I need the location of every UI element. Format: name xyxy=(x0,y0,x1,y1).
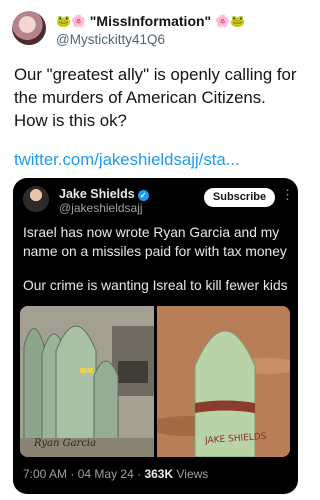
post-link[interactable]: twitter.com/jakeshieldsajj/sta... xyxy=(14,150,240,170)
meta-separator: · xyxy=(137,467,142,481)
quoted-name-text: Jake Shields xyxy=(59,187,135,201)
post-body-text: Our "greatest ally" is openly calling fo… xyxy=(14,65,297,130)
social-post: 🐸🌸 "MissInformation" 🌸🐸 @Mystickitty41Q6… xyxy=(0,0,311,500)
media-left-caption: Ryan Garcia xyxy=(34,438,97,449)
flower-emoji-icon: 🌸 xyxy=(215,14,231,28)
media-gallery[interactable]: Ryan Garcia JAKE SHIELDS xyxy=(20,306,290,457)
quoted-handle[interactable]: @jakeshieldsajj xyxy=(59,201,143,215)
post-time[interactable]: 7:00 AM xyxy=(23,467,67,481)
subscribe-button[interactable]: Subscribe xyxy=(204,188,275,207)
avatar[interactable] xyxy=(12,11,46,45)
quoted-text-line-2: Our crime is wanting Isreal to kill fewe… xyxy=(23,278,288,293)
missile-shells-illustration xyxy=(20,306,154,457)
quoted-display-name[interactable]: Jake Shields ✓ xyxy=(59,187,149,201)
frog-emoji-icon: 🐸 xyxy=(230,14,245,28)
meta-separator: · xyxy=(70,467,75,481)
quoted-post-card[interactable]: Jake Shields ✓ @jakeshieldsajj Subscribe … xyxy=(13,178,298,494)
post-meta: 7:00 AM · 04 May 24 · 363K Views xyxy=(23,467,208,481)
views-label: Views xyxy=(176,467,209,481)
display-name[interactable]: "MissInformation" xyxy=(90,13,211,29)
display-name-row[interactable]: 🐸🌸 "MissInformation" 🌸🐸 xyxy=(56,13,245,29)
quoted-text-line-1: Israel has now wrote Ryan Garcia and my … xyxy=(23,225,287,259)
user-handle[interactable]: @Mystickitty41Q6 xyxy=(56,32,165,47)
frog-emoji-icon: 🐸 xyxy=(56,14,71,28)
more-options-icon[interactable]: ⋮ xyxy=(281,187,294,203)
missile-photo-left[interactable]: Ryan Garcia xyxy=(20,306,154,457)
post-date[interactable]: 04 May 24 xyxy=(78,467,134,481)
missile-photo-right[interactable]: JAKE SHIELDS xyxy=(157,306,290,457)
verified-badge-icon: ✓ xyxy=(137,190,149,201)
views-count: 363K xyxy=(144,467,174,481)
quoted-avatar[interactable] xyxy=(23,186,49,212)
flower-emoji-icon: 🌸 xyxy=(70,14,86,28)
